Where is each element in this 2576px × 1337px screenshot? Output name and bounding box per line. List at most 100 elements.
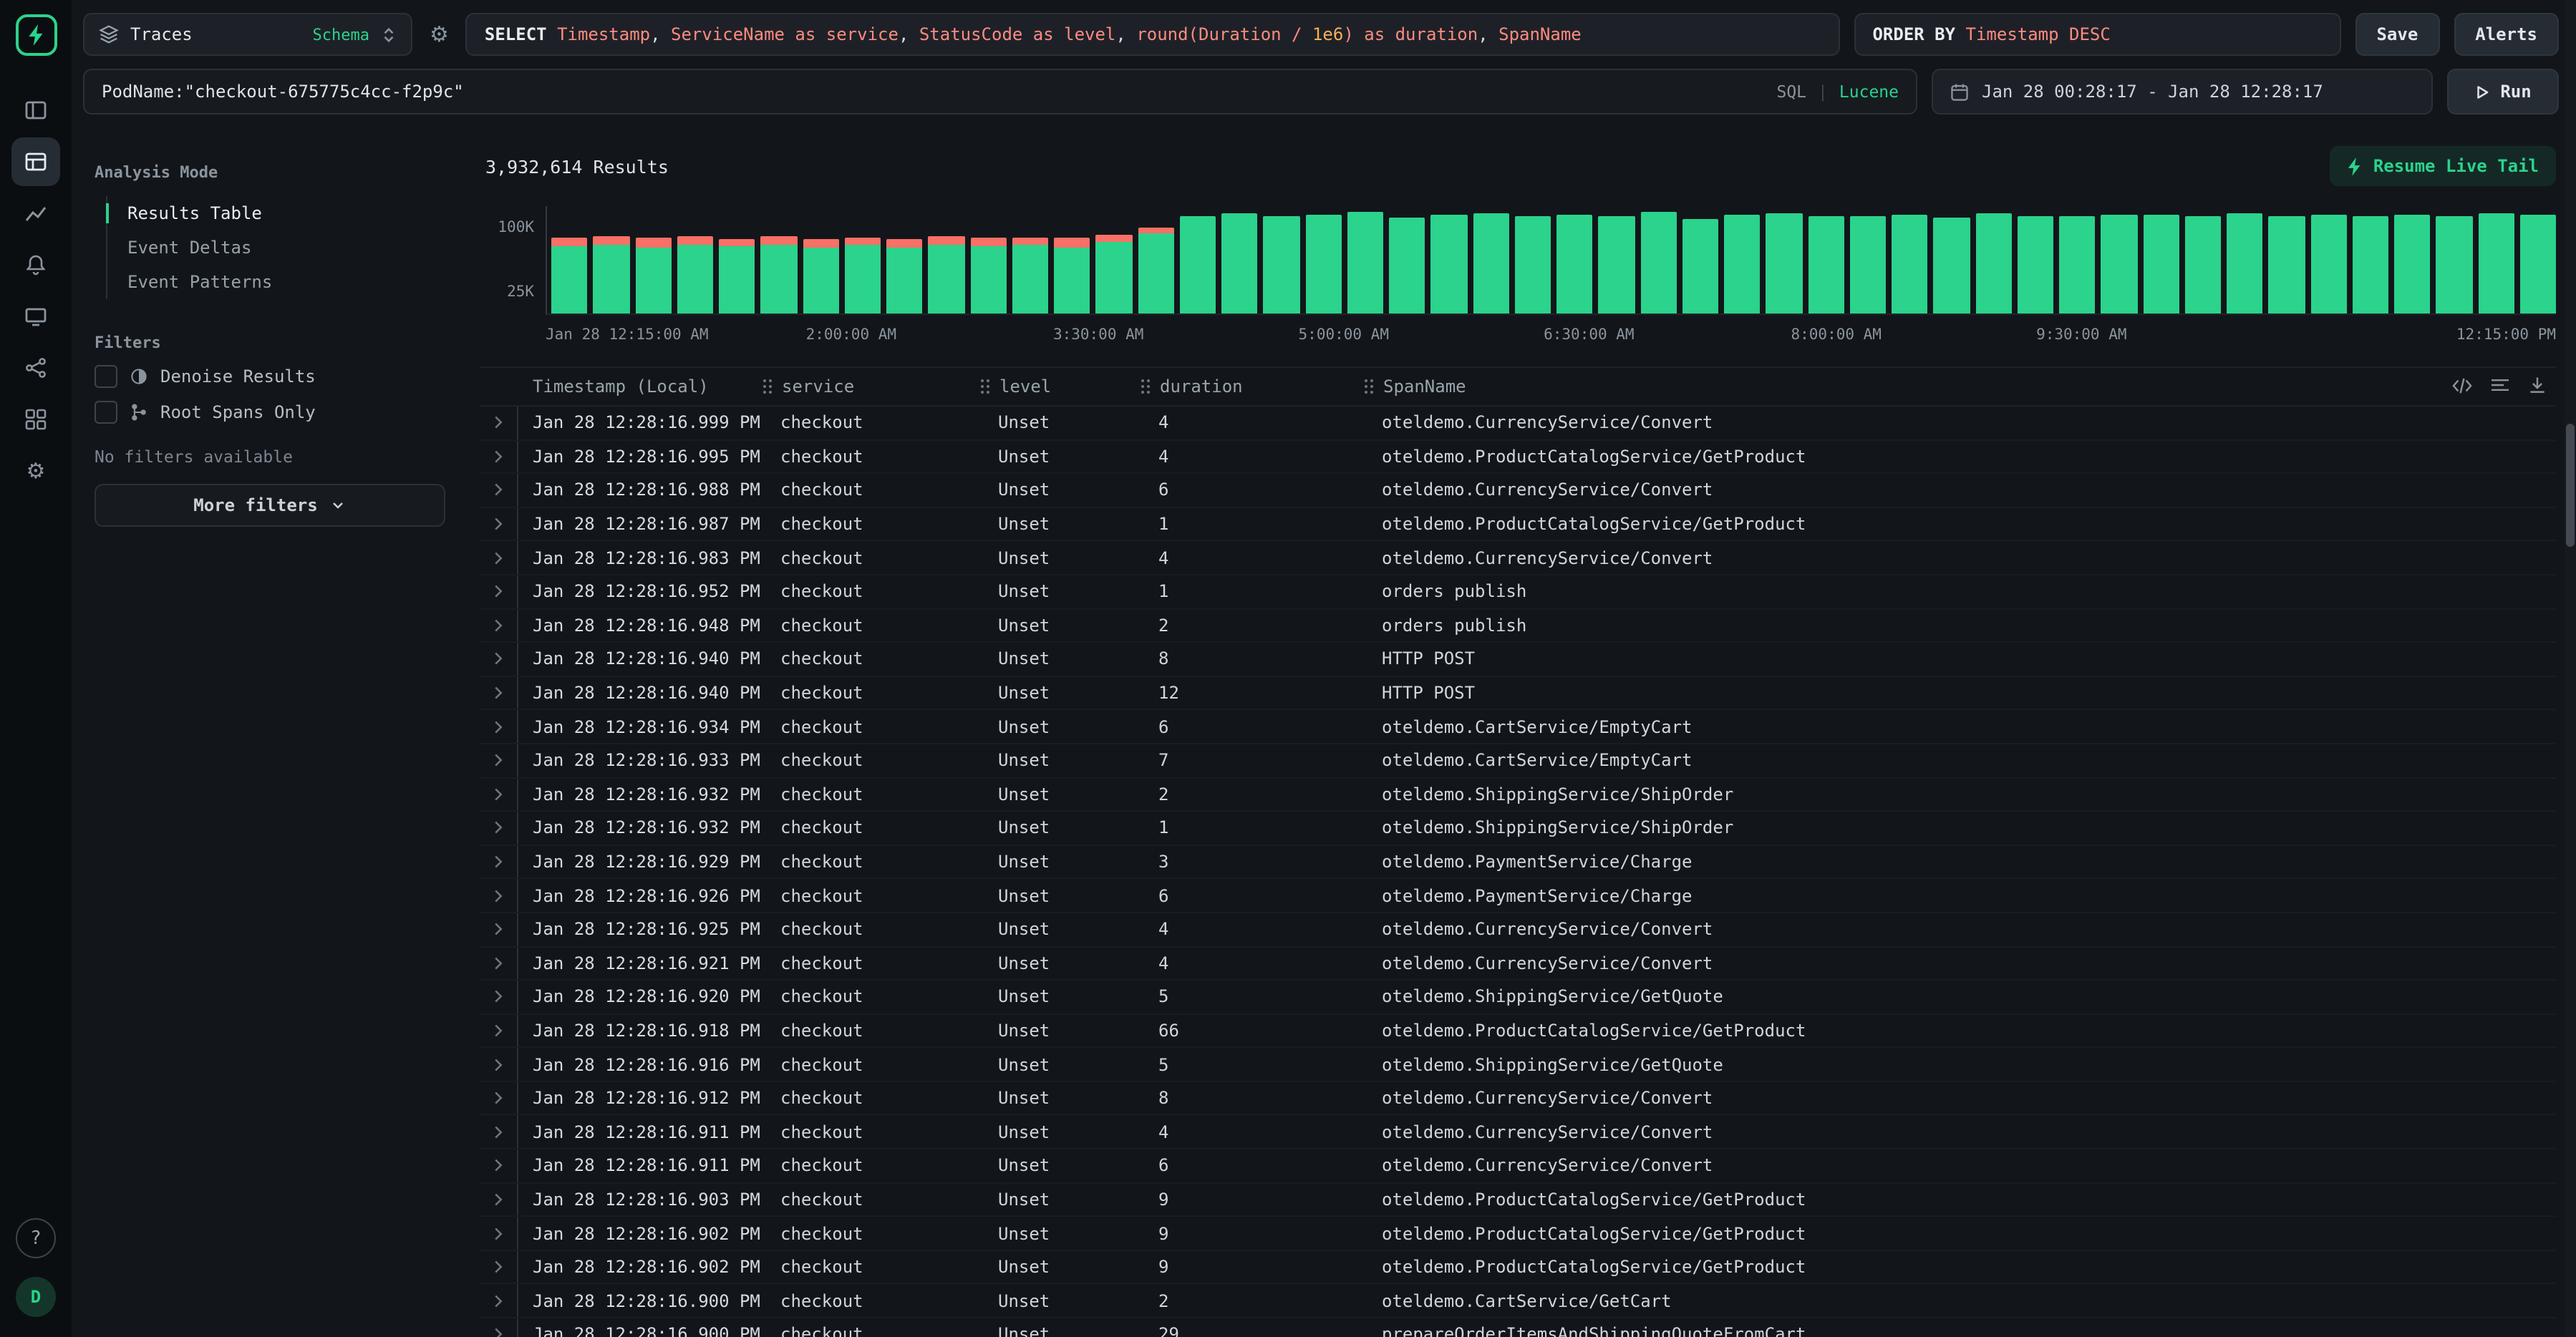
sql-select-input[interactable]: SELECT Timestamp, ServiceName as service… xyxy=(466,13,1840,56)
histogram-bar[interactable] xyxy=(2353,217,2389,313)
histogram-bar[interactable] xyxy=(1850,216,1887,313)
histogram-bar[interactable] xyxy=(594,237,630,313)
row-expander[interactable] xyxy=(480,652,517,666)
row-expander[interactable] xyxy=(480,585,517,599)
row-expander[interactable] xyxy=(480,1057,517,1071)
row-expander[interactable] xyxy=(480,990,517,1004)
order-by-input[interactable]: ORDER BY Timestamp DESC xyxy=(1854,13,2340,56)
row-expander[interactable] xyxy=(480,517,517,531)
histogram-bar[interactable] xyxy=(1012,238,1049,313)
drag-handle-icon[interactable] xyxy=(1365,379,1375,394)
histogram-bar[interactable] xyxy=(1766,213,1803,313)
row-expander[interactable] xyxy=(480,416,517,430)
histogram-bar[interactable] xyxy=(2018,216,2054,313)
row-expander[interactable] xyxy=(480,550,517,565)
app-logo[interactable] xyxy=(15,14,57,56)
row-expander[interactable] xyxy=(480,1024,517,1038)
source-select[interactable]: Traces Schema xyxy=(83,13,412,56)
histogram-bar[interactable] xyxy=(845,238,881,313)
root-spans-only-checkbox[interactable] xyxy=(95,401,117,424)
histogram-bar[interactable] xyxy=(2269,216,2305,313)
row-expander[interactable] xyxy=(480,1192,517,1207)
histogram-bar[interactable] xyxy=(2143,215,2179,313)
histogram-bar[interactable] xyxy=(1473,213,1509,313)
code-view-icon[interactable] xyxy=(2451,376,2473,394)
row-expander[interactable] xyxy=(480,787,517,802)
column-header-service[interactable]: service xyxy=(760,376,978,397)
search-nav-item[interactable] xyxy=(11,137,60,186)
histogram-bar[interactable] xyxy=(1808,217,1844,313)
histogram-bar[interactable] xyxy=(1640,213,1677,313)
table-row[interactable]: Jan 28 12:28:16.929 PMcheckoutUnset3otel… xyxy=(480,845,2556,879)
table-row[interactable]: Jan 28 12:28:16.940 PMcheckoutUnset12HTT… xyxy=(480,677,2556,711)
table-row[interactable]: Jan 28 12:28:16.932 PMcheckoutUnset2otel… xyxy=(480,778,2556,812)
row-expander[interactable] xyxy=(480,483,517,497)
histogram-bar[interactable] xyxy=(2436,216,2473,313)
histogram-bar[interactable] xyxy=(970,238,1007,313)
histogram-bar[interactable] xyxy=(635,238,672,313)
analysis-mode-event-deltas[interactable]: Event Deltas xyxy=(107,230,445,265)
histogram-bar[interactable] xyxy=(2101,214,2138,313)
histogram-bar[interactable] xyxy=(2394,215,2431,313)
histogram-bar[interactable] xyxy=(1096,235,1133,313)
histogram-bar[interactable] xyxy=(1431,215,1468,313)
table-row[interactable]: Jan 28 12:28:16.983 PMcheckoutUnset4otel… xyxy=(480,542,2556,575)
table-row[interactable]: Jan 28 12:28:16.952 PMcheckoutUnset1orde… xyxy=(480,575,2556,609)
table-row[interactable]: Jan 28 12:28:16.912 PMcheckoutUnset8otel… xyxy=(480,1082,2556,1116)
table-row[interactable]: Jan 28 12:28:16.934 PMcheckoutUnset6otel… xyxy=(480,711,2556,744)
histogram-bar[interactable] xyxy=(2227,213,2263,313)
histogram-bar[interactable] xyxy=(1724,215,1761,313)
chart-explorer-nav-item[interactable] xyxy=(11,189,60,238)
help-button[interactable]: ? xyxy=(16,1218,56,1258)
histogram-bar[interactable] xyxy=(1180,216,1216,313)
alerts-nav-item[interactable] xyxy=(11,240,60,289)
row-expander[interactable] xyxy=(480,686,517,700)
drag-handle-icon[interactable] xyxy=(981,379,991,394)
table-row[interactable]: Jan 28 12:28:16.911 PMcheckoutUnset4otel… xyxy=(480,1116,2556,1149)
row-expander[interactable] xyxy=(480,618,517,633)
table-row[interactable]: Jan 28 12:28:16.903 PMcheckoutUnset9otel… xyxy=(480,1183,2556,1217)
table-row[interactable]: Jan 28 12:28:16.918 PMcheckoutUnset66ote… xyxy=(480,1014,2556,1048)
service-map-nav-item[interactable] xyxy=(11,344,60,392)
histogram-bar[interactable] xyxy=(1515,217,1551,313)
table-row[interactable]: Jan 28 12:28:16.925 PMcheckoutUnset4otel… xyxy=(480,913,2556,947)
table-row[interactable]: Jan 28 12:28:16.902 PMcheckoutUnset9otel… xyxy=(480,1251,2556,1285)
sessions-nav-item[interactable] xyxy=(11,292,60,341)
page-scrollbar-thumb[interactable] xyxy=(2566,424,2575,547)
table-row[interactable]: Jan 28 12:28:16.987 PMcheckoutUnset1otel… xyxy=(480,508,2556,542)
search-query-input[interactable]: PodName:"checkout-675775c4cc-f2p9c" SQL … xyxy=(83,69,1917,115)
histogram-bar[interactable] xyxy=(1054,238,1090,313)
user-avatar[interactable]: D xyxy=(16,1277,56,1317)
column-header-level[interactable]: level xyxy=(978,376,1138,397)
date-range-picker[interactable]: Jan 28 00:28:17 - Jan 28 12:28:17 xyxy=(1932,69,2433,115)
histogram-bar[interactable] xyxy=(2185,217,2222,313)
table-row[interactable]: Jan 28 12:28:16.926 PMcheckoutUnset6otel… xyxy=(480,880,2556,913)
alerts-button[interactable]: Alerts xyxy=(2454,13,2559,56)
row-expander[interactable] xyxy=(480,1293,517,1308)
row-expander[interactable] xyxy=(480,719,517,734)
settings-nav-item[interactable]: ⚙ xyxy=(11,447,60,495)
histogram-bar[interactable] xyxy=(1305,214,1342,313)
table-row[interactable]: Jan 28 12:28:16.921 PMcheckoutUnset4otel… xyxy=(480,947,2556,981)
histogram-bar[interactable] xyxy=(1138,227,1174,313)
column-header-duration[interactable]: duration xyxy=(1138,376,1362,397)
table-row[interactable]: Jan 28 12:28:16.902 PMcheckoutUnset9otel… xyxy=(480,1217,2556,1251)
row-expander[interactable] xyxy=(480,821,517,835)
histogram-bar[interactable] xyxy=(1682,218,1719,313)
table-row[interactable]: Jan 28 12:28:16.995 PMcheckoutUnset4otel… xyxy=(480,440,2556,474)
histogram-bar[interactable] xyxy=(2310,214,2347,313)
histogram-bar[interactable] xyxy=(1556,214,1593,313)
table-row[interactable]: Jan 28 12:28:16.916 PMcheckoutUnset5otel… xyxy=(480,1049,2556,1082)
histogram-bar[interactable] xyxy=(1975,213,2012,313)
drag-handle-icon[interactable] xyxy=(1141,379,1151,394)
collapse-sidebar-icon[interactable] xyxy=(11,86,60,135)
row-expander[interactable] xyxy=(480,956,517,971)
save-button[interactable]: Save xyxy=(2355,13,2439,56)
histogram-bar[interactable] xyxy=(1347,212,1384,313)
histogram-bar[interactable] xyxy=(2520,215,2557,313)
row-expander[interactable] xyxy=(480,1260,517,1274)
row-expander[interactable] xyxy=(480,1226,517,1240)
table-row[interactable]: Jan 28 12:28:16.911 PMcheckoutUnset6otel… xyxy=(480,1149,2556,1183)
histogram-bar[interactable] xyxy=(1599,216,1635,313)
denoise-results-checkbox[interactable] xyxy=(95,365,117,388)
